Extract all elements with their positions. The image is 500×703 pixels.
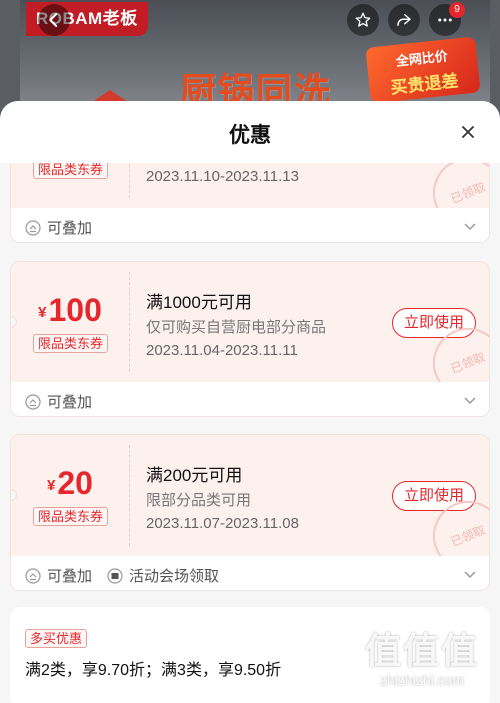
back-button[interactable] bbox=[38, 4, 70, 36]
multi-buy-text: 满2类，享9.70折；满3类，享9.50折 bbox=[25, 662, 282, 679]
watermark-url: zhizhizhi.com bbox=[379, 672, 465, 688]
stack-icon bbox=[25, 219, 41, 236]
coupon-footer[interactable]: 可叠加 活动会场领取 bbox=[11, 556, 489, 590]
coupon-type-tag: 限品类东券 bbox=[33, 334, 109, 353]
coupon-body: 限品类东券 2023.11.10-2023.11.13 已领取 bbox=[11, 163, 489, 239]
coupon-body: ¥20 限品类东券 满200元可用 限部分品类可用 2023.11.07-202… bbox=[11, 435, 489, 582]
sheet-title: 优惠 bbox=[229, 124, 271, 147]
coupon-amount: ¥100 bbox=[11, 292, 129, 329]
coupon-body: ¥100 限品类东券 满1000元可用 仅可购买自营厨电部分商品 2023.11… bbox=[11, 262, 489, 409]
favorite-button[interactable] bbox=[347, 4, 379, 36]
stackable-label: 可叠加 bbox=[47, 394, 93, 411]
coupon-divider bbox=[129, 272, 130, 372]
coupon-type-tag: 限品类东券 bbox=[33, 163, 109, 179]
watermark-logo: 值值值 bbox=[364, 630, 479, 671]
stackable-info: 可叠加 bbox=[25, 391, 92, 412]
chevron-left-icon bbox=[49, 13, 58, 27]
coupon-value: 100 bbox=[48, 292, 102, 328]
chevron-down-icon[interactable] bbox=[463, 219, 477, 233]
coupon-date-range: 2023.11.04-2023.11.11 bbox=[146, 342, 298, 359]
venue-label: 活动会场领取 bbox=[129, 568, 220, 585]
coupon-card: ¥100 限品类东券 满1000元可用 仅可购买自营厨电部分商品 2023.11… bbox=[10, 261, 490, 417]
watermark: 值值值 zhizhizhi.com bbox=[352, 622, 492, 688]
stackable-info: 可叠加 bbox=[25, 217, 92, 238]
share-button[interactable] bbox=[388, 4, 420, 36]
coupon-condition: 满1000元可用 bbox=[146, 293, 252, 312]
coupon-sheet: 优惠 限品类东券 2023.11.10-2023.11.13 已领取 可叠加 ¥… bbox=[0, 101, 500, 703]
price-guarantee-badge: 全网比价 买贵退差 bbox=[365, 36, 481, 104]
sheet-header: 优惠 bbox=[0, 101, 500, 163]
coupon-description: 仅可购买自营厨电部分商品 bbox=[146, 319, 327, 336]
coupon-footer[interactable]: 可叠加 bbox=[11, 208, 489, 242]
currency-symbol: ¥ bbox=[38, 304, 47, 321]
coupon-amount: ¥20 bbox=[11, 465, 129, 502]
coupon-value: 20 bbox=[57, 465, 93, 501]
coupon-card: ¥20 限品类东券 满200元可用 限部分品类可用 2023.11.07-202… bbox=[10, 434, 490, 591]
coupon-card: 限品类东券 2023.11.10-2023.11.13 已领取 可叠加 bbox=[10, 163, 490, 243]
venue-icon bbox=[107, 567, 123, 584]
venue-info: 活动会场领取 bbox=[107, 565, 219, 586]
chevron-down-icon[interactable] bbox=[463, 567, 477, 581]
share-icon bbox=[397, 14, 411, 26]
stackable-label: 可叠加 bbox=[47, 220, 93, 237]
multi-buy-tag: 多买优惠 bbox=[25, 629, 88, 648]
coupon-divider bbox=[129, 445, 130, 546]
coupon-description: 限部分品类可用 bbox=[146, 492, 252, 509]
notification-badge: 9 bbox=[449, 2, 465, 18]
chevron-down-icon[interactable] bbox=[463, 393, 477, 407]
coupon-condition: 满200元可用 bbox=[146, 466, 243, 485]
coupon-footer[interactable]: 可叠加 bbox=[11, 382, 489, 416]
coupon-date-range: 2023.11.07-2023.11.08 bbox=[146, 515, 299, 532]
close-icon[interactable] bbox=[458, 122, 478, 142]
stackable-label: 可叠加 bbox=[47, 568, 93, 585]
stack-icon bbox=[25, 567, 41, 584]
stack-icon bbox=[25, 393, 41, 410]
coupon-date-range: 2023.11.10-2023.11.13 bbox=[146, 168, 299, 185]
star-icon bbox=[355, 12, 371, 27]
currency-symbol: ¥ bbox=[47, 477, 56, 494]
stackable-info: 可叠加 bbox=[25, 565, 92, 586]
coupon-type-tag: 限品类东券 bbox=[33, 507, 109, 526]
coupon-divider bbox=[129, 163, 130, 198]
